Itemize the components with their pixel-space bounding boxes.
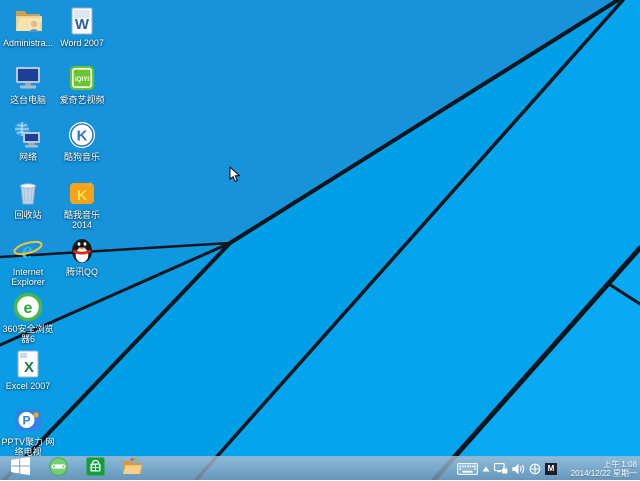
kugou-icon: K	[66, 119, 98, 151]
system-tray: M 上午 1:08 2014/12/22 星期一	[457, 457, 640, 481]
network-tray-icon[interactable]	[494, 463, 508, 475]
icon-label: Internet Explorer	[0, 267, 56, 287]
computer-icon	[12, 62, 44, 94]
icon-label: 网络	[0, 152, 56, 162]
desktop-icon-administrator[interactable]: Administra...	[0, 5, 56, 48]
taskbar-windows-store[interactable]	[77, 457, 114, 481]
taskbar: M 上午 1:08 2014/12/22 星期一	[0, 456, 640, 480]
desktop-icon-iqiyi[interactable]: iQIYI 爱奇艺视频	[54, 62, 110, 105]
show-hidden-icons-chevron[interactable]	[482, 466, 490, 472]
svg-text:W: W	[75, 16, 90, 33]
taskbar-file-explorer[interactable]	[114, 457, 151, 481]
kuwo-icon: K ♪	[66, 177, 98, 209]
svg-text:iQIYI: iQIYI	[75, 76, 89, 83]
icon-label: 回收站	[0, 210, 56, 220]
desktop-icon-recycle-bin[interactable]: 回收站	[0, 177, 56, 220]
icon-label: 这台电脑	[0, 95, 56, 105]
iqiyi-icon: iQIYI	[66, 62, 98, 94]
icon-label: Word 2007	[54, 38, 110, 48]
taskbar-clock[interactable]: 上午 1:08 2014/12/22 星期一	[561, 460, 637, 478]
svg-text:K: K	[77, 128, 88, 145]
desktop-icon-pptv[interactable]: P PPTV聚力 网 络电视	[0, 404, 56, 457]
clock-date: 2014/12/22 星期一	[565, 469, 637, 478]
desktop-icon-excel-2007[interactable]: X Excel 2007	[0, 348, 56, 391]
svg-text:e: e	[24, 300, 33, 317]
svg-text:P: P	[22, 414, 30, 428]
icon-label: PPTV聚力 网 络电视	[0, 437, 56, 457]
svg-text:♪: ♪	[88, 179, 92, 188]
user-folder-icon	[12, 5, 44, 37]
start-button[interactable]	[0, 457, 40, 481]
icon-label: 爱奇艺视频	[54, 95, 110, 105]
qq-penguin-icon	[66, 234, 98, 266]
icon-label: 腾讯QQ	[54, 267, 110, 277]
mouse-cursor	[229, 166, 241, 188]
desktop-icon-kugou[interactable]: K 酷狗音乐	[54, 119, 110, 162]
360-browser-taskbar-icon	[49, 457, 68, 481]
windows-store-icon	[86, 457, 105, 481]
globe-tray-icon[interactable]	[529, 463, 541, 475]
svg-text:K: K	[77, 187, 87, 203]
input-method-indicator[interactable]: M	[545, 463, 557, 475]
network-icon	[12, 119, 44, 151]
svg-text:X: X	[24, 359, 34, 376]
word-icon: W	[66, 5, 98, 37]
touch-keyboard-icon[interactable]	[457, 463, 478, 475]
desktop-icon-this-pc[interactable]: 这台电脑	[0, 62, 56, 105]
icon-label: 360安全浏览 器6	[0, 324, 56, 344]
excel-icon: X	[12, 348, 44, 380]
volume-tray-icon[interactable]	[512, 463, 525, 475]
desktop: { "wallpaper": { "description": "blue gl…	[0, 0, 640, 480]
clock-time: 上午 1:08	[565, 460, 637, 469]
360-browser-icon: e	[12, 291, 44, 323]
icon-label: 酷我音乐 2014	[54, 210, 110, 230]
internet-explorer-icon: e	[12, 234, 44, 266]
icon-label: Administra...	[0, 38, 56, 48]
icon-label: Excel 2007	[0, 381, 56, 391]
icon-label: 酷狗音乐	[54, 152, 110, 162]
desktop-icon-kuwo[interactable]: K ♪ 酷我音乐 2014	[54, 177, 110, 230]
desktop-icon-qq[interactable]: 腾讯QQ	[54, 234, 110, 277]
recycle-bin-icon	[12, 177, 44, 209]
desktop-icon-internet-explorer[interactable]: e Internet Explorer	[0, 234, 56, 287]
desktop-icon-360-browser[interactable]: e 360安全浏览 器6	[0, 291, 56, 344]
pptv-icon: P	[12, 404, 44, 436]
file-explorer-icon	[122, 457, 143, 480]
windows-logo-icon	[11, 457, 30, 480]
taskbar-360-safe-browser[interactable]	[40, 457, 77, 481]
desktop-icon-word-2007[interactable]: W Word 2007	[54, 5, 110, 48]
desktop-icon-network[interactable]: 网络	[0, 119, 56, 162]
